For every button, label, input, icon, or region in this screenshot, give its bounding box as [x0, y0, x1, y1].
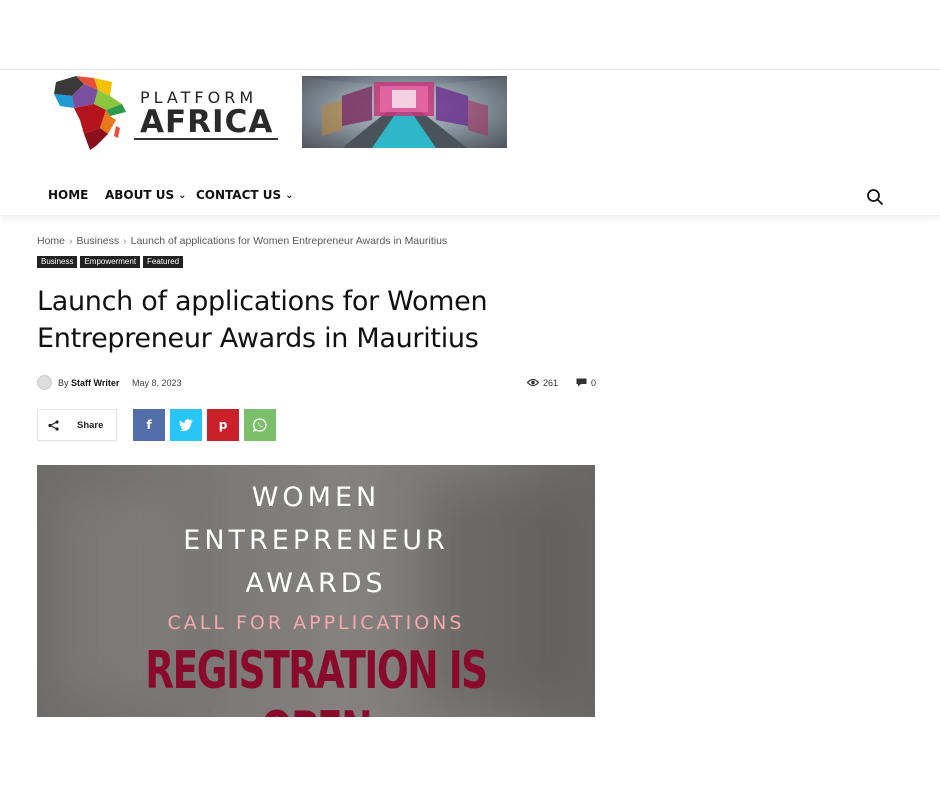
article-featured-image[interactable]: WOMEN ENTREPRENEUR AWARDS CALL FOR APPLI… [37, 465, 595, 717]
eye-icon [527, 378, 539, 387]
nav-about-us[interactable]: ABOUT US ⌄ [105, 188, 187, 202]
pinterest-icon: p [218, 418, 228, 432]
main-navigation: HOME ABOUT US ⌄ CONTACT US ⌄ [0, 176, 940, 216]
top-bar [0, 0, 940, 70]
logo-text-africa: AFRICA [140, 104, 274, 140]
search-icon[interactable] [866, 188, 884, 206]
nav-contact-us[interactable]: CONTACT US ⌄ [196, 188, 294, 202]
hero-text-entrepreneur: ENTREPRENEUR [183, 525, 449, 556]
author-name[interactable]: Staff Writer [71, 378, 119, 388]
chevron-down-icon: ⌄ [285, 190, 294, 201]
chevron-down-icon: ⌄ [178, 190, 187, 201]
hero-text-registration-open: REGISTRATION IS OPEN [145, 641, 488, 717]
article-title: Launch of applications for Women Entrepr… [37, 286, 488, 354]
africa-map-logo-icon [54, 76, 126, 150]
whatsapp-icon [253, 418, 267, 432]
facebook-icon: f [146, 418, 152, 432]
hero-text-awards: AWARDS [245, 568, 387, 599]
header-banner-image[interactable] [302, 76, 507, 148]
by-prefix: By [58, 378, 69, 388]
breadcrumb-business[interactable]: Business [77, 235, 120, 247]
breadcrumb-current: Launch of applications for Women Entrepr… [130, 235, 448, 247]
view-count: 261 [543, 378, 559, 388]
nav-home[interactable]: HOME [48, 188, 88, 202]
nav-contact-us-label: CONTACT US [196, 188, 282, 202]
logo-underline [134, 138, 278, 140]
comment-count[interactable]: 0 [591, 378, 596, 388]
tag-business[interactable]: Business [37, 256, 78, 268]
twitter-share-button[interactable] [170, 409, 202, 441]
nav-home-label: HOME [48, 188, 89, 202]
twitter-icon [179, 419, 193, 431]
breadcrumb: Home › Business › Launch of applications for… [37, 235, 447, 247]
share-label: Share [77, 420, 104, 431]
share-button[interactable]: Share [37, 409, 117, 441]
tunnel-ad-graphic [302, 76, 507, 148]
whatsapp-share-button[interactable] [244, 409, 276, 441]
share-icon [48, 420, 59, 431]
nav-about-us-label: ABOUT US [105, 188, 175, 202]
breadcrumb-home[interactable]: Home [37, 235, 65, 247]
publish-date: May 8, 2023 [132, 378, 182, 388]
site-logo[interactable]: PLATFORM AFRICA [50, 74, 280, 152]
breadcrumb-separator: › [123, 235, 127, 247]
category-tags: Business Empowerment Featured [37, 256, 186, 270]
pinterest-share-button[interactable]: p [207, 409, 239, 441]
comment-icon[interactable] [576, 378, 587, 387]
breadcrumb-separator: › [69, 235, 73, 247]
hero-text-women: WOMEN [251, 482, 381, 513]
byline: By Staff Writer [58, 378, 119, 388]
tag-empowerment[interactable]: Empowerment [80, 256, 141, 268]
author-avatar[interactable] [37, 375, 52, 390]
facebook-share-button[interactable]: f [133, 409, 165, 441]
tag-featured[interactable]: Featured [143, 256, 184, 268]
hero-text-call-for-applications: CALL FOR APPLICATIONS [167, 612, 465, 634]
